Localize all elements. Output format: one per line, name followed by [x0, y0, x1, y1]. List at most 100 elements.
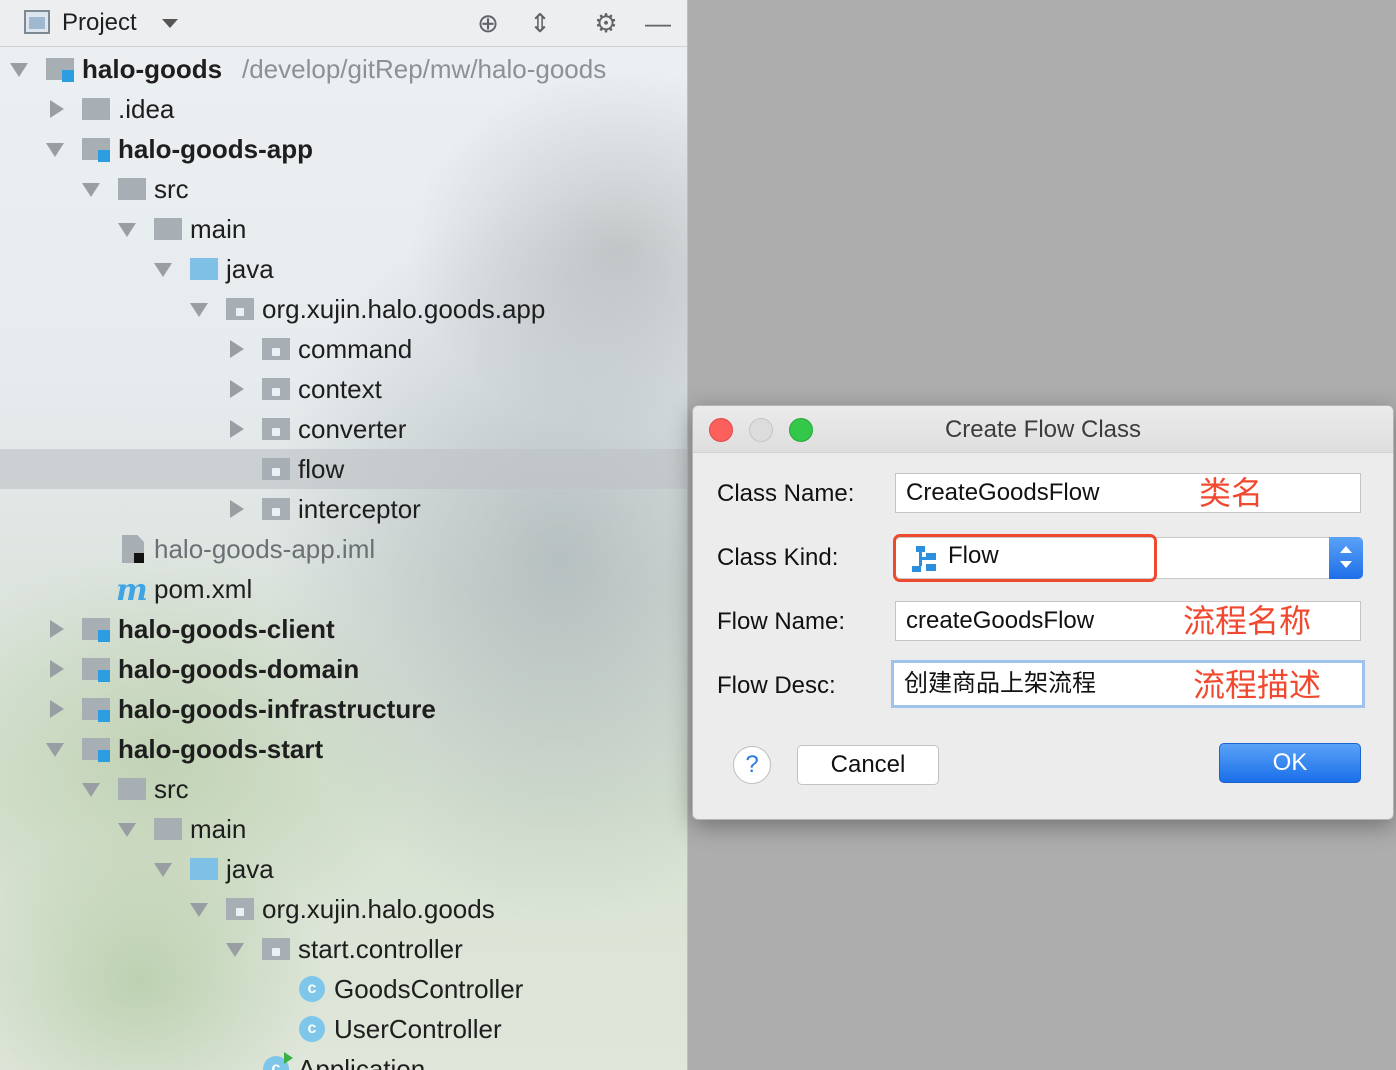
tree-item-idea[interactable]: .idea	[0, 89, 687, 129]
folder-icon	[118, 778, 146, 800]
tree-item-domain-module[interactable]: halo-goods-domain	[0, 649, 687, 689]
folder-icon	[82, 98, 110, 120]
expand-arrow-icon[interactable]	[82, 169, 100, 209]
tree-item-label: context	[298, 374, 382, 404]
expand-arrow-icon[interactable]	[226, 409, 244, 449]
expand-arrow-icon[interactable]	[46, 89, 64, 129]
cancel-button[interactable]: Cancel	[797, 745, 939, 785]
expand-arrow-icon[interactable]	[118, 209, 136, 249]
flow-name-annotation: 流程名称	[1183, 602, 1312, 640]
tree-item-label: GoodsController	[334, 974, 524, 1004]
expand-arrow-icon[interactable]	[46, 129, 64, 169]
tree-item-start-src[interactable]: src	[0, 769, 687, 809]
tree-item-goods-controller[interactable]: c GoodsController	[0, 969, 687, 1009]
tree-item-start-java[interactable]: java	[0, 849, 687, 889]
tree-item-start-module[interactable]: halo-goods-start	[0, 729, 687, 769]
class-name-label: Class Name:	[717, 480, 855, 507]
help-button[interactable]: ?	[733, 746, 771, 784]
tree-item-root[interactable]: halo-goods /develop/gitRep/mw/halo-goods	[0, 49, 687, 89]
tree-item-user-controller[interactable]: c UserController	[0, 1009, 687, 1049]
tree-item-label: pom.xml	[154, 574, 253, 604]
expand-arrow-icon[interactable]	[118, 809, 136, 849]
tree-item-application[interactable]: c Application	[0, 1049, 687, 1070]
expand-arrow-icon[interactable]	[226, 929, 244, 969]
tree-item-converter[interactable]: converter	[0, 409, 687, 449]
flow-desc-value: 创建商品上架流程	[904, 670, 1096, 697]
tree-item-label: org.xujin.halo.goods.app	[262, 294, 546, 324]
tree-item-start-controller[interactable]: start.controller	[0, 929, 687, 969]
tree-item-label: main	[190, 214, 247, 244]
tree-item-label: Application	[298, 1054, 426, 1070]
chevron-down-icon[interactable]	[162, 19, 178, 28]
maven-icon: m	[116, 573, 148, 608]
expand-arrow-icon[interactable]	[226, 369, 244, 409]
package-icon	[226, 298, 254, 320]
class-name-value: CreateGoodsFlow	[906, 479, 1100, 506]
project-panel: Project ⊕ ⇕ ⚙ — halo-goods /develop/gitR…	[0, 0, 688, 1070]
tree-item-label: src	[154, 774, 189, 804]
tree-item-label: halo-goods-client	[118, 614, 335, 644]
folder-icon	[118, 178, 146, 200]
tree-item-app-iml[interactable]: halo-goods-app.iml	[0, 529, 687, 569]
tree-item-app-java[interactable]: java	[0, 249, 687, 289]
tree-item-command[interactable]: command	[0, 329, 687, 369]
tree-item-start-main[interactable]: main	[0, 809, 687, 849]
application-class-icon: c	[263, 1052, 293, 1070]
project-view-title[interactable]: Project	[62, 9, 137, 37]
root-name: halo-goods	[82, 54, 223, 84]
tree-item-app-package[interactable]: org.xujin.halo.goods.app	[0, 289, 687, 329]
class-name-field[interactable]: CreateGoodsFlow	[895, 473, 1361, 513]
ok-button[interactable]: OK	[1219, 743, 1361, 783]
folder-icon	[154, 218, 182, 240]
class-name-annotation: 类名	[1199, 474, 1264, 512]
expand-arrow-icon[interactable]	[154, 249, 172, 289]
tree-item-label: org.xujin.halo.goods	[262, 894, 495, 924]
expand-arrow-icon[interactable]	[46, 649, 64, 689]
tree-item-label: flow	[298, 454, 345, 484]
tree-item-infra-module[interactable]: halo-goods-infrastructure	[0, 689, 687, 729]
tree-item-pom[interactable]: m pom.xml	[0, 569, 687, 609]
package-icon	[262, 418, 290, 440]
expand-arrow-icon[interactable]	[226, 489, 244, 529]
tree-item-label: halo-goods-domain	[118, 654, 360, 684]
expand-arrow-icon[interactable]	[190, 889, 208, 929]
tree-item-app-src[interactable]: src	[0, 169, 687, 209]
tree-item-app-module[interactable]: halo-goods-app	[0, 129, 687, 169]
module-folder-icon	[82, 658, 110, 682]
tree-item-context[interactable]: context	[0, 369, 687, 409]
expand-arrow-icon[interactable]	[190, 289, 208, 329]
gear-icon[interactable]: ⚙	[589, 6, 623, 40]
tree-item-flow[interactable]: flow	[0, 449, 687, 489]
tree-item-label: java	[226, 254, 274, 284]
package-icon	[226, 898, 254, 920]
create-flow-class-dialog: Create Flow Class Class Name: CreateGood…	[692, 405, 1394, 820]
dialog-titlebar[interactable]: Create Flow Class	[693, 406, 1393, 453]
source-folder-icon	[190, 258, 218, 280]
expand-arrow-icon[interactable]	[46, 729, 64, 769]
tree-item-start-package[interactable]: org.xujin.halo.goods	[0, 889, 687, 929]
expand-arrow-icon[interactable]	[226, 329, 244, 369]
module-folder-icon	[46, 58, 74, 82]
expand-arrow-icon[interactable]	[154, 849, 172, 889]
tree-item-label: halo-goods-app	[118, 134, 313, 164]
tree-item-label: interceptor	[298, 494, 421, 524]
module-folder-icon	[82, 738, 110, 762]
collapse-all-icon[interactable]: ⇕	[523, 6, 557, 40]
expand-arrow-icon[interactable]	[10, 49, 28, 89]
tree-item-client-module[interactable]: halo-goods-client	[0, 609, 687, 649]
tree-item-interceptor[interactable]: interceptor	[0, 489, 687, 529]
expand-arrow-icon[interactable]	[82, 769, 100, 809]
tree-item-app-main[interactable]: main	[0, 209, 687, 249]
locate-icon[interactable]: ⊕	[471, 6, 505, 40]
expand-arrow-icon[interactable]	[46, 609, 64, 649]
hide-panel-icon[interactable]: —	[641, 6, 675, 40]
module-folder-icon	[82, 698, 110, 722]
module-folder-icon	[82, 138, 110, 162]
project-panel-header: Project ⊕ ⇕ ⚙ —	[0, 0, 687, 47]
select-arrows-icon[interactable]	[1329, 537, 1363, 579]
folder-icon	[154, 818, 182, 840]
project-view-icon	[24, 10, 50, 34]
tree-item-label: command	[298, 334, 413, 364]
expand-arrow-icon[interactable]	[46, 689, 64, 729]
flow-name-label: Flow Name:	[717, 608, 846, 635]
